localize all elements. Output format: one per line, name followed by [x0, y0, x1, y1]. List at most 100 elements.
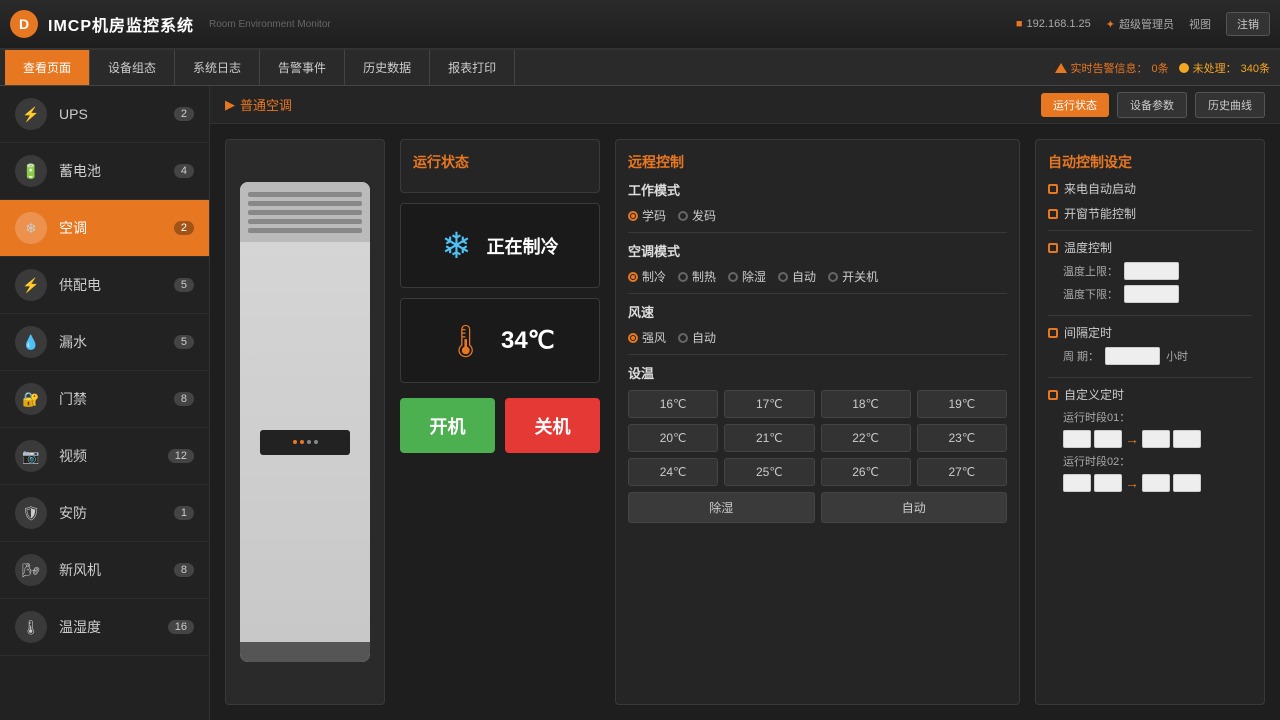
ac-mode-3[interactable]: 自动 [778, 268, 816, 285]
temp-btn-2[interactable]: 18℃ [821, 390, 911, 418]
header-right: ■ 192.168.1.25 ✦ 超级管理员 视图 注销 [1016, 12, 1270, 36]
nav-tab-0[interactable]: 查看页面 [5, 50, 90, 85]
auto-item-checkbox-1[interactable] [1048, 209, 1058, 219]
unhandled-badge: 未处理： 340条 [1179, 60, 1270, 76]
main: ⚡UPS2🔋蓄电池4❄空调2⚡供配电5💧漏水5🔐门禁8📷视频12🛡安防1🌬新风机… [0, 86, 1280, 720]
sidebar-item-3[interactable]: ⚡供配电5 [0, 257, 209, 314]
nav-tab-4[interactable]: 历史数据 [345, 50, 430, 85]
self-timer-section: 自定义定时 运行时段01： → [1048, 386, 1252, 492]
temp-btn-5[interactable]: 21℃ [724, 424, 814, 452]
temp-control-checkbox[interactable] [1048, 243, 1058, 253]
content-header: ▶ 普通空调 运行状态 设备参数 历史曲线 [210, 86, 1280, 124]
self-timer-period1-inputs: → [1048, 430, 1252, 448]
temp-special-btn-0[interactable]: 除湿 [628, 492, 815, 523]
content: ▶ 普通空调 运行状态 设备参数 历史曲线 [210, 86, 1280, 720]
self-timer-label: 自定义定时 [1064, 386, 1124, 403]
temp-btn-1[interactable]: 17℃ [724, 390, 814, 418]
logout-button[interactable]: 注销 [1226, 12, 1270, 36]
temp-btn-3[interactable]: 19℃ [917, 390, 1007, 418]
ac-mode-0[interactable]: 制冷 [628, 268, 666, 285]
ac-mode-dot-3 [778, 272, 788, 282]
nav-tab-2[interactable]: 系统日志 [175, 50, 260, 85]
wind-mode-label-1: 自动 [692, 329, 716, 346]
sidebar-count-9: 16 [168, 620, 194, 634]
sidebar-item-9[interactable]: 🌡温湿度16 [0, 599, 209, 656]
work-mode-group: 学码发码 [628, 207, 1007, 224]
time-box-2d[interactable] [1173, 474, 1201, 492]
temp-lower-input[interactable] [1124, 285, 1179, 303]
time-box-1a[interactable] [1063, 430, 1091, 448]
temp-btn-7[interactable]: 23℃ [917, 424, 1007, 452]
work-mode-1[interactable]: 发码 [678, 207, 716, 224]
sidebar-icon-6: 📷 [15, 440, 47, 472]
sidebar-item-5[interactable]: 🔐门禁8 [0, 371, 209, 428]
nav-view[interactable]: 视图 [1189, 16, 1211, 32]
time-box-1d[interactable] [1173, 430, 1201, 448]
temp-btn-4[interactable]: 20℃ [628, 424, 718, 452]
temp-upper-label: 温度上限： [1063, 263, 1118, 279]
nav-tab-1[interactable]: 设备组态 [90, 50, 175, 85]
sidebar-item-2[interactable]: ❄空调2 [0, 200, 209, 257]
time-box-2a[interactable] [1063, 474, 1091, 492]
nav-tab-5[interactable]: 报表打印 [430, 50, 515, 85]
sidebar-count-1: 4 [174, 164, 194, 178]
temp-btn-9[interactable]: 25℃ [724, 458, 814, 486]
wind-mode-1[interactable]: 自动 [678, 329, 716, 346]
ac-mode-1[interactable]: 制热 [678, 268, 716, 285]
temp-upper-input[interactable] [1124, 262, 1179, 280]
sidebar-count-8: 8 [174, 563, 194, 577]
sidebar-item-4[interactable]: 💧漏水5 [0, 314, 209, 371]
work-mode-label: 工作模式 [628, 180, 1007, 199]
work-mode-0[interactable]: 学码 [628, 207, 666, 224]
sidebar-item-8[interactable]: 🌬新风机8 [0, 542, 209, 599]
device-params-btn[interactable]: 设备参数 [1117, 92, 1187, 118]
temp-lower-label: 温度下限： [1063, 286, 1118, 302]
power-off-button[interactable]: 关机 [505, 398, 600, 453]
sidebar-label-0: UPS [59, 106, 162, 122]
time-input-group-2: → [1063, 474, 1201, 492]
sidebar-icon-3: ⚡ [15, 269, 47, 301]
self-timer-title: 自定义定时 [1048, 386, 1252, 403]
timer-control-checkbox[interactable] [1048, 328, 1058, 338]
sidebar-count-7: 1 [174, 506, 194, 520]
content-actions: 运行状态 设备参数 历史曲线 [1041, 92, 1265, 118]
time-box-1b[interactable] [1094, 430, 1122, 448]
temp-special-btn-1[interactable]: 自动 [821, 492, 1008, 523]
navbar-right: 实时告警信息： 0条 未处理： 340条 [1055, 50, 1280, 85]
temp-btn-0[interactable]: 16℃ [628, 390, 718, 418]
work-mode-dot-0 [628, 211, 638, 221]
ac-mode-dot-2 [728, 272, 738, 282]
sidebar-item-7[interactable]: 🛡安防1 [0, 485, 209, 542]
ac-mode-2[interactable]: 除湿 [728, 268, 766, 285]
temp-btn-6[interactable]: 22℃ [821, 424, 911, 452]
temp-btn-11[interactable]: 27℃ [917, 458, 1007, 486]
timer-period-input[interactable] [1105, 347, 1160, 365]
auto-item-0[interactable]: 来电自动启动 [1048, 180, 1252, 197]
power-on-button[interactable]: 开机 [400, 398, 495, 453]
time-box-2c[interactable] [1142, 474, 1170, 492]
auto-item-checkbox-0[interactable] [1048, 184, 1058, 194]
time-box-1c[interactable] [1142, 430, 1170, 448]
temp-btn-8[interactable]: 24℃ [628, 458, 718, 486]
self-timer-checkbox[interactable] [1048, 390, 1058, 400]
running-status-btn[interactable]: 运行状态 [1041, 93, 1109, 117]
sidebar-item-1[interactable]: 🔋蓄电池4 [0, 143, 209, 200]
wind-mode-0[interactable]: 强风 [628, 329, 666, 346]
self-timer-period2-label: 运行时段02： [1063, 453, 1130, 469]
nav-tabs: 查看页面设备组态系统日志告警事件历史数据报表打印 [5, 50, 515, 85]
temp-btn-10[interactable]: 26℃ [821, 458, 911, 486]
time-box-2b[interactable] [1094, 474, 1122, 492]
auto-item-1[interactable]: 开窗节能控制 [1048, 205, 1252, 222]
self-timer-period1-label: 运行时段01： [1063, 409, 1130, 425]
ac-mode-label-4: 开关机 [842, 268, 878, 285]
auto-item-label-0: 来电自动启动 [1064, 180, 1136, 197]
history-curve-btn[interactable]: 历史曲线 [1195, 92, 1265, 118]
ac-mode-4[interactable]: 开关机 [828, 268, 878, 285]
ac-mode-dot-4 [828, 272, 838, 282]
nav-tab-3[interactable]: 告警事件 [260, 50, 345, 85]
sidebar-item-0[interactable]: ⚡UPS2 [0, 86, 209, 143]
temp-grid: 16℃17℃18℃19℃ 20℃21℃22℃23℃ 24℃25℃26℃27℃ [628, 390, 1007, 486]
self-timer-period1-row: 运行时段01： [1048, 409, 1252, 425]
timer-period-label: 周 期： [1063, 348, 1099, 364]
sidebar-item-6[interactable]: 📷视频12 [0, 428, 209, 485]
